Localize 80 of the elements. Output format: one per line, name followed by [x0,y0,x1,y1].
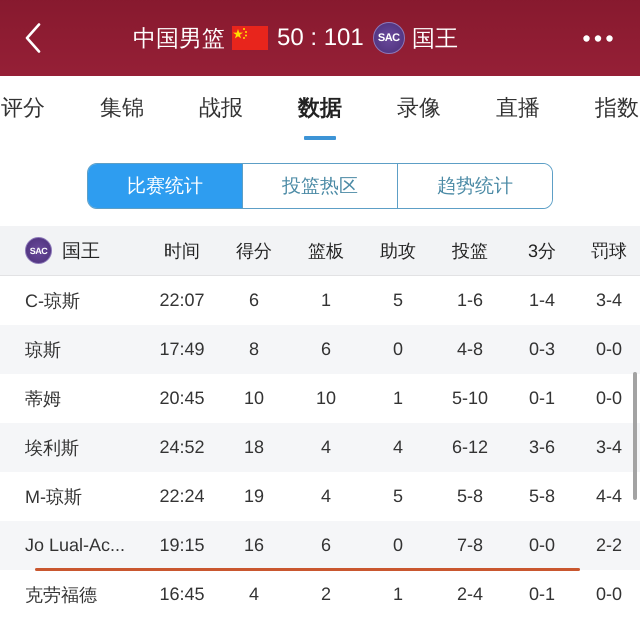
column-header: 投篮 [452,240,488,262]
table-cell: 8 [248,339,259,360]
table-cell: 1 [392,388,403,409]
table-cell: 17:49 [159,339,205,360]
table-cell: 1-4 [528,290,555,311]
table-cell: 4 [320,437,331,458]
column-header: 3分 [528,240,556,262]
table-cell: 1-6 [456,290,483,311]
table-cell: 16 [244,535,264,556]
table-cell: 19 [244,486,264,507]
table-cell: 6-12 [452,437,488,458]
player-name: C-琼斯 [24,290,80,312]
table-cell: 4-8 [456,339,483,360]
table-cell: 1 [320,290,331,311]
table-cell: 3-4 [596,437,622,458]
nav-tab[interactable]: 集锦 [100,76,144,140]
score: 50 : 101 [277,24,364,52]
table-cell: 5-8 [528,486,555,507]
player-name: 克劳福德 [24,584,97,606]
table-cell: 1 [392,584,403,605]
table-cell: 0-3 [528,339,555,360]
table-cell: 6 [320,535,331,556]
table-cell: 5 [392,290,403,311]
column-header: 罚球 [591,240,627,262]
table-cell: 0-1 [528,584,555,605]
table-cell: 0 [392,535,403,556]
table-cell: 22:24 [159,486,205,507]
player-name: 埃利斯 [24,436,79,460]
team-name: 国王 [62,240,100,264]
table-cell: 6 [320,339,331,360]
player-name: M-琼斯 [24,486,82,508]
table-cell: 20:45 [159,388,205,409]
column-header: 时间 [164,240,200,262]
table-cell: 0-0 [596,584,622,605]
table-cell: 0-0 [596,388,622,409]
player-name: Jo Lual-Ac... [24,535,126,556]
table-cell: 24:52 [159,437,205,458]
player-name: 琼斯 [24,338,61,362]
nav-tab[interactable]: 评分 [1,76,45,140]
table-cell: 4 [320,486,331,507]
table-cell: 10 [316,388,336,409]
table-cell: 0-0 [528,535,555,556]
table-cell: 2 [320,584,331,605]
table-cell: 0 [392,339,403,360]
table-cell: 16:45 [159,584,205,605]
segment-tab[interactable]: 趋势统计 [397,164,552,208]
away-team-name: 国王 [412,24,458,52]
column-header: 助攻 [380,240,416,262]
home-team-name: 中国男篮 [133,24,225,52]
table-cell: 3-6 [528,437,555,458]
table-cell: 5-10 [452,388,488,409]
table-cell: 4-4 [596,486,622,507]
more-icon[interactable] [583,34,613,42]
team-logo: SAC [372,22,405,54]
column-header: 得分 [236,240,272,262]
table-cell: 7-8 [456,535,483,556]
table-cell: 10 [244,388,264,409]
table-cell: 22:07 [159,290,205,311]
nav-tab[interactable]: 直播 [496,76,540,140]
table-cell: 4 [248,584,259,605]
team-logo: SAC [25,237,52,264]
flag-icon [232,26,268,50]
table-cell: 2-2 [596,535,622,556]
table-cell: 18 [244,437,264,458]
column-header: 篮板 [308,240,344,262]
table-cell: 2-4 [456,584,483,605]
nav-tab[interactable]: 数据 [298,76,342,140]
nav-tab[interactable]: 指数 [595,76,639,140]
nav-tab[interactable]: 录像 [397,76,441,140]
player-name: 蒂姆 [24,388,61,410]
table-cell: 0-1 [528,388,555,409]
table-cell: 6 [248,290,259,311]
table-cell: 5 [392,486,403,507]
nav-tab[interactable]: 战报 [199,76,243,140]
table-cell: 5-8 [456,486,483,507]
back-icon[interactable] [25,23,41,53]
table-cell: 19:15 [159,535,205,556]
table-cell: 3-4 [596,290,622,311]
table-cell: 4 [392,437,403,458]
table-cell: 0-0 [596,339,622,360]
